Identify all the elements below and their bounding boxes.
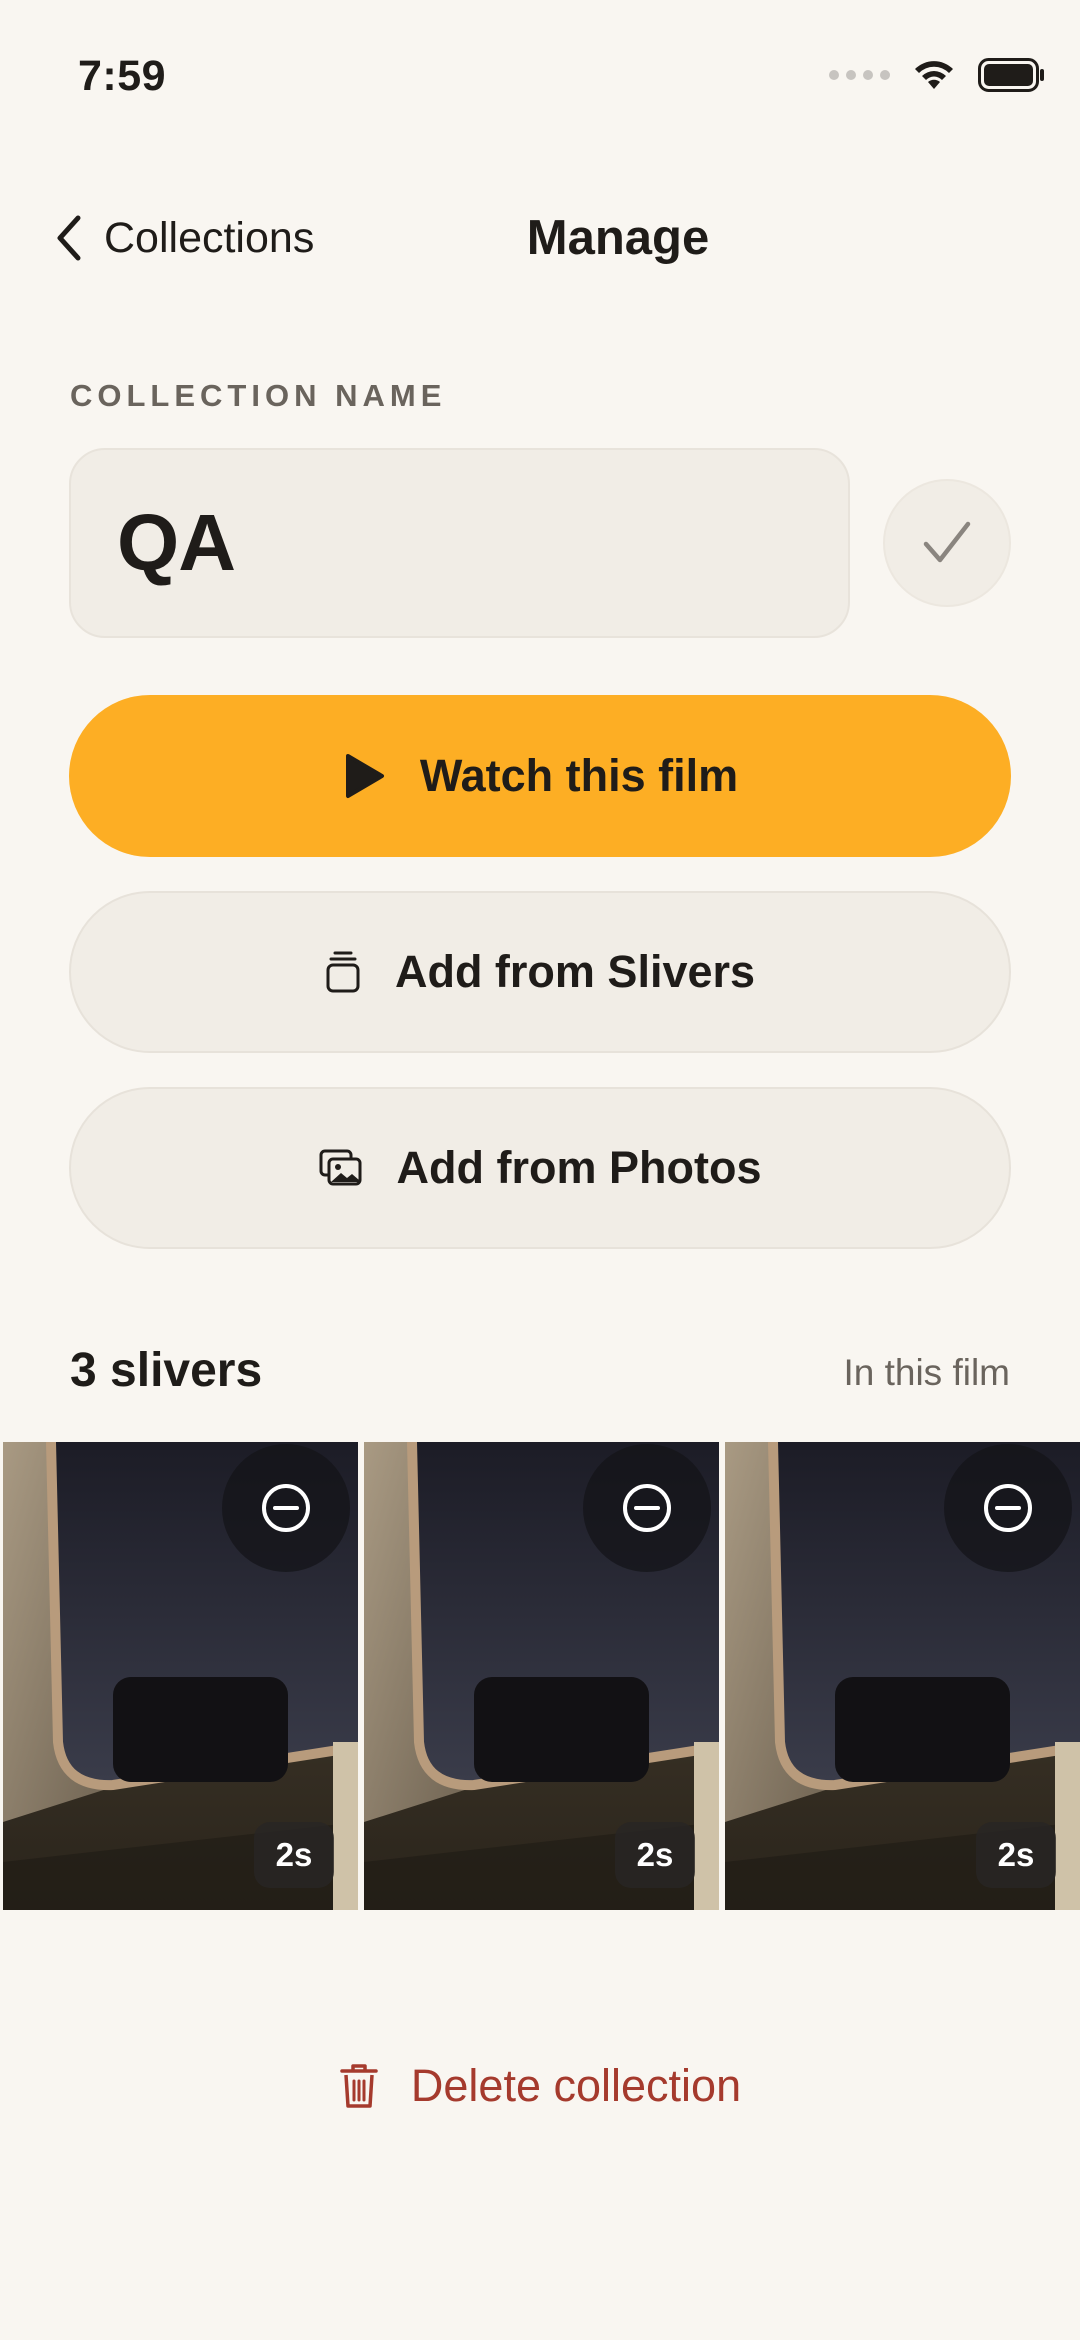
confirm-name-button[interactable] [883,479,1011,607]
back-button[interactable]: Collections [52,208,314,268]
sliver-thumbnail[interactable]: 2s [3,1442,358,1910]
sliver-thumbnail[interactable]: 2s [364,1442,719,1910]
photos-icon [319,1149,362,1186]
add-from-photos-button[interactable]: Add from Photos [69,1087,1011,1249]
chevron-left-icon [57,215,81,261]
collection-name-value: QA [117,498,236,587]
battery-icon [978,58,1044,92]
stack-icon [326,951,360,993]
wifi-icon [915,61,953,89]
add-from-photos-label: Add from Photos [396,1142,762,1193]
collection-name-label: COLLECTION NAME [70,378,447,413]
watch-film-button[interactable]: Watch this film [69,695,1011,857]
cellular-signal-icon [829,70,890,80]
minus-circle-icon [623,1484,671,1532]
sliver-duration: 2s [615,1822,695,1888]
sliver-duration: 2s [254,1822,334,1888]
status-time: 7:59 [78,52,167,100]
sliver-duration: 2s [976,1822,1056,1888]
add-from-slivers-label: Add from Slivers [394,946,756,997]
manage-screen: 7:59 Collections Manage COLLECTION NAME … [0,0,1080,2340]
add-from-slivers-button[interactable]: Add from Slivers [69,891,1011,1053]
trash-icon [340,2064,378,2108]
minus-circle-icon [984,1484,1032,1532]
remove-sliver-button[interactable] [222,1444,350,1572]
back-label: Collections [104,213,315,262]
collection-name-field[interactable]: QA [69,448,850,638]
minus-circle-icon [262,1484,310,1532]
watch-film-label: Watch this film [419,750,739,801]
remove-sliver-button[interactable] [944,1444,1072,1572]
slivers-grid: 2s 2s 2s [3,1442,1080,1910]
slivers-subtitle: In this film [843,1352,1010,1393]
play-icon [345,754,384,798]
status-indicators [829,58,1046,92]
delete-collection-label: Delete collection [410,2060,742,2111]
sliver-thumbnail[interactable]: 2s [725,1442,1080,1910]
remove-sliver-button[interactable] [583,1444,711,1572]
delete-collection-button[interactable]: Delete collection [0,2056,1080,2116]
checkmark-icon [923,521,971,563]
slivers-count: 3 slivers [70,1344,263,1397]
